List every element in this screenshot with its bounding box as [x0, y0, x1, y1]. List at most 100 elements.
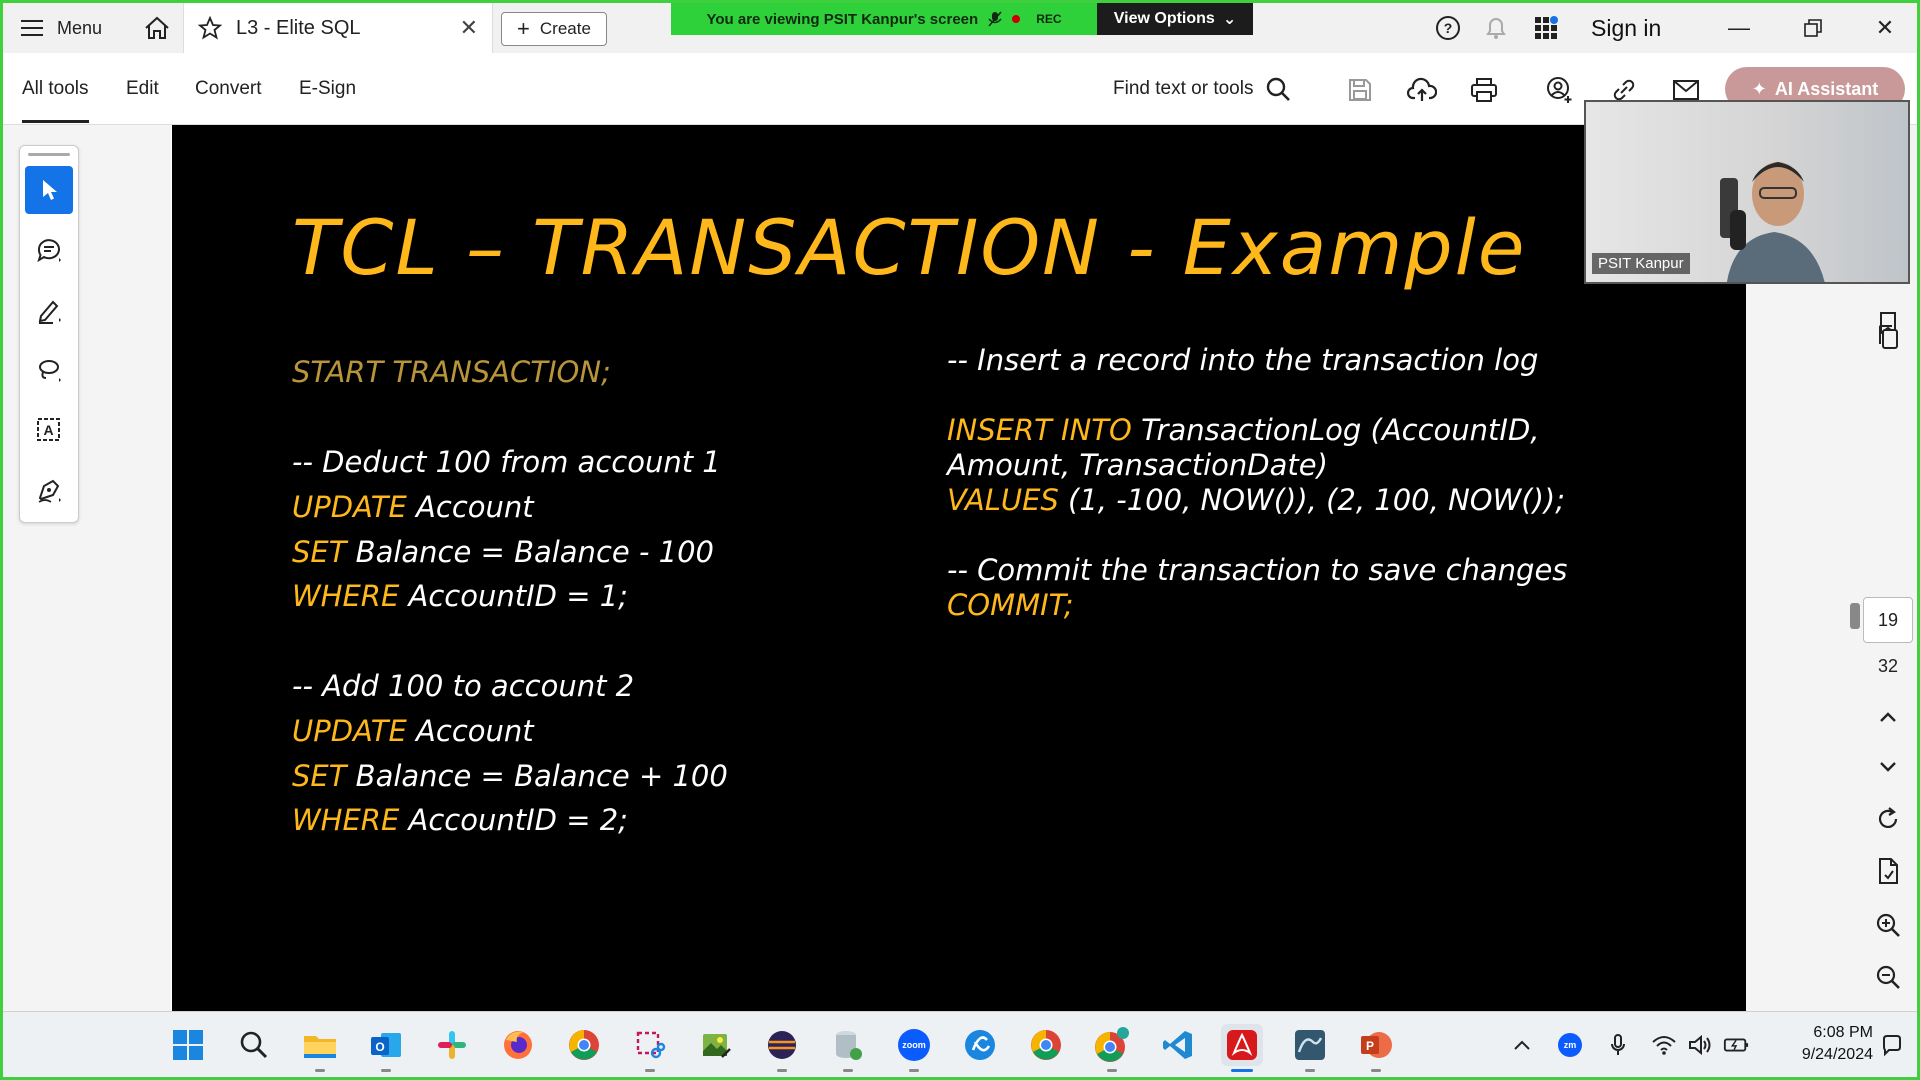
- zoom-out-button[interactable]: [1866, 955, 1910, 999]
- taskbar-chrome[interactable]: [563, 1024, 605, 1066]
- code-line: VALUES (1, -100, NOW()), (2, 100, NOW())…: [947, 483, 1565, 517]
- code-comment-insert: -- Insert a record into the transaction …: [947, 343, 1539, 377]
- code-keyword: VALUES: [947, 483, 1059, 517]
- code-keyword: SET: [292, 759, 347, 793]
- extract-page-button[interactable]: [1866, 849, 1910, 893]
- total-pages: 32: [1877, 655, 1899, 676]
- taskbar-chrome-profile-s[interactable]: [1091, 1024, 1133, 1072]
- taskbar-search-button[interactable]: [233, 1024, 275, 1066]
- home-button[interactable]: [137, 3, 177, 53]
- microphone-tray-icon[interactable]: [1605, 1032, 1631, 1058]
- sign-in-button[interactable]: Sign in: [1591, 3, 1661, 53]
- taskbar-firefox[interactable]: [497, 1024, 539, 1066]
- apps-grid-icon: [1535, 16, 1558, 39]
- taskbar-snipping-tool[interactable]: [629, 1024, 671, 1072]
- system-clock[interactable]: 6:08 PM 9/24/2024: [1761, 1022, 1873, 1066]
- notification-icon: [1883, 1035, 1901, 1057]
- taskbar-database-tool[interactable]: [827, 1024, 869, 1072]
- star-icon[interactable]: [198, 16, 222, 40]
- code-text: Balance = Balance - 100: [346, 535, 714, 569]
- previous-page-button[interactable]: [1866, 695, 1910, 739]
- taskbar-acrobat[interactable]: [1221, 1024, 1263, 1072]
- tab-esign[interactable]: E-Sign: [299, 53, 356, 125]
- taskbar-chrome-profile[interactable]: [1025, 1024, 1067, 1066]
- help-button[interactable]: ?: [1433, 13, 1463, 43]
- participant-name: PSIT Kanpur: [1592, 253, 1690, 274]
- highlight-tool-button[interactable]: [25, 286, 73, 334]
- find-text-or-tools-button[interactable]: Find text or tools: [1113, 53, 1291, 125]
- wifi-icon: [1652, 1036, 1676, 1055]
- scrollbar-thumb[interactable]: [1850, 603, 1860, 629]
- comment-tool-button[interactable]: [25, 226, 73, 274]
- taskbar-photos[interactable]: [695, 1024, 737, 1066]
- code-line: WHERE AccountID = 1;: [292, 579, 628, 613]
- taskbar-file-explorer[interactable]: [299, 1024, 341, 1072]
- minimize-button[interactable]: —: [1709, 3, 1769, 53]
- draw-tool-button[interactable]: [25, 346, 73, 394]
- zoom-in-icon: [1876, 913, 1900, 937]
- upload-cloud-button[interactable]: [1405, 73, 1439, 107]
- taskbar-slack[interactable]: [431, 1024, 473, 1066]
- share-user-button[interactable]: [1543, 73, 1577, 107]
- code-keyword: SET: [292, 535, 347, 569]
- snip-icon: [636, 1031, 666, 1059]
- notification-center-button[interactable]: [1879, 1032, 1905, 1058]
- tab-convert[interactable]: Convert: [195, 53, 262, 125]
- search-icon: [240, 1031, 268, 1059]
- microphone-icon: [1611, 1034, 1625, 1055]
- rail-grip[interactable]: [28, 153, 70, 156]
- menu-button[interactable]: Menu: [21, 3, 102, 53]
- participant-video[interactable]: PSIT Kanpur: [1584, 100, 1910, 284]
- rotate-button[interactable]: [1866, 797, 1910, 841]
- code-keyword: UPDATE: [292, 714, 407, 748]
- taskbar-mysql-workbench[interactable]: [1289, 1024, 1331, 1072]
- start-button[interactable]: [167, 1024, 209, 1066]
- restore-button[interactable]: [1783, 3, 1843, 53]
- eclipse-icon: [768, 1031, 796, 1059]
- taskbar-vscode[interactable]: [1157, 1024, 1199, 1066]
- view-options-button[interactable]: View Options ⌄: [1097, 3, 1253, 35]
- battery-tray-icon[interactable]: [1723, 1032, 1749, 1058]
- save-button[interactable]: [1343, 73, 1377, 107]
- taskbar-eclipse[interactable]: [761, 1024, 803, 1072]
- zoom-tray-icon[interactable]: zm: [1557, 1032, 1583, 1058]
- tab-all-tools[interactable]: All tools: [22, 53, 89, 125]
- code-keyword: WHERE: [292, 579, 400, 613]
- apps-button[interactable]: [1531, 13, 1561, 43]
- running-indicator: [1305, 1069, 1315, 1072]
- taskbar-outlook[interactable]: O: [365, 1024, 407, 1072]
- code-comment-commit: -- Commit the transaction to save change…: [947, 553, 1568, 587]
- print-button[interactable]: [1467, 73, 1501, 107]
- next-page-button[interactable]: [1866, 745, 1910, 789]
- record-dot-icon: [1012, 15, 1021, 23]
- zoom-in-button[interactable]: [1866, 903, 1910, 947]
- running-indicator: [315, 1069, 325, 1072]
- select-tool-button[interactable]: [25, 166, 73, 214]
- close-tab-icon[interactable]: ✕: [460, 15, 478, 41]
- show-hidden-icons-button[interactable]: [1509, 1032, 1535, 1058]
- code-text: Account: [406, 714, 534, 748]
- code-line: Amount, TransactionDate): [947, 448, 1328, 482]
- wifi-tray-icon[interactable]: [1651, 1032, 1677, 1058]
- sign-tool-button[interactable]: [25, 466, 73, 514]
- folder-icon: [304, 1036, 336, 1058]
- taskbar-powerpoint[interactable]: P: [1355, 1024, 1397, 1072]
- text-box-tool-button[interactable]: A: [25, 406, 73, 454]
- cursor-arrow-icon: [43, 180, 57, 200]
- print-icon: [1471, 78, 1497, 102]
- pages-button[interactable]: [1866, 315, 1910, 359]
- code-text: Balance = Balance + 100: [346, 759, 728, 793]
- tab-document[interactable]: L3 - Elite SQL ✕: [183, 3, 493, 53]
- battery-charging-icon: [1723, 1038, 1749, 1052]
- current-page-input[interactable]: 19: [1863, 597, 1913, 643]
- taskbar-zoom[interactable]: zoom: [893, 1024, 935, 1072]
- create-button[interactable]: + Create: [501, 12, 607, 46]
- taskbar-remote-app[interactable]: [959, 1024, 1001, 1066]
- zoom-tray-label: zm: [1563, 1040, 1577, 1050]
- close-window-button[interactable]: ✕: [1855, 3, 1915, 53]
- workbench-icon: [1295, 1030, 1325, 1060]
- document-page[interactable]: TCL – TRANSACTION - Example START TRANSA…: [172, 125, 1746, 1011]
- notifications-button[interactable]: [1481, 13, 1511, 43]
- volume-tray-icon[interactable]: [1687, 1032, 1713, 1058]
- tab-edit[interactable]: Edit: [126, 53, 159, 125]
